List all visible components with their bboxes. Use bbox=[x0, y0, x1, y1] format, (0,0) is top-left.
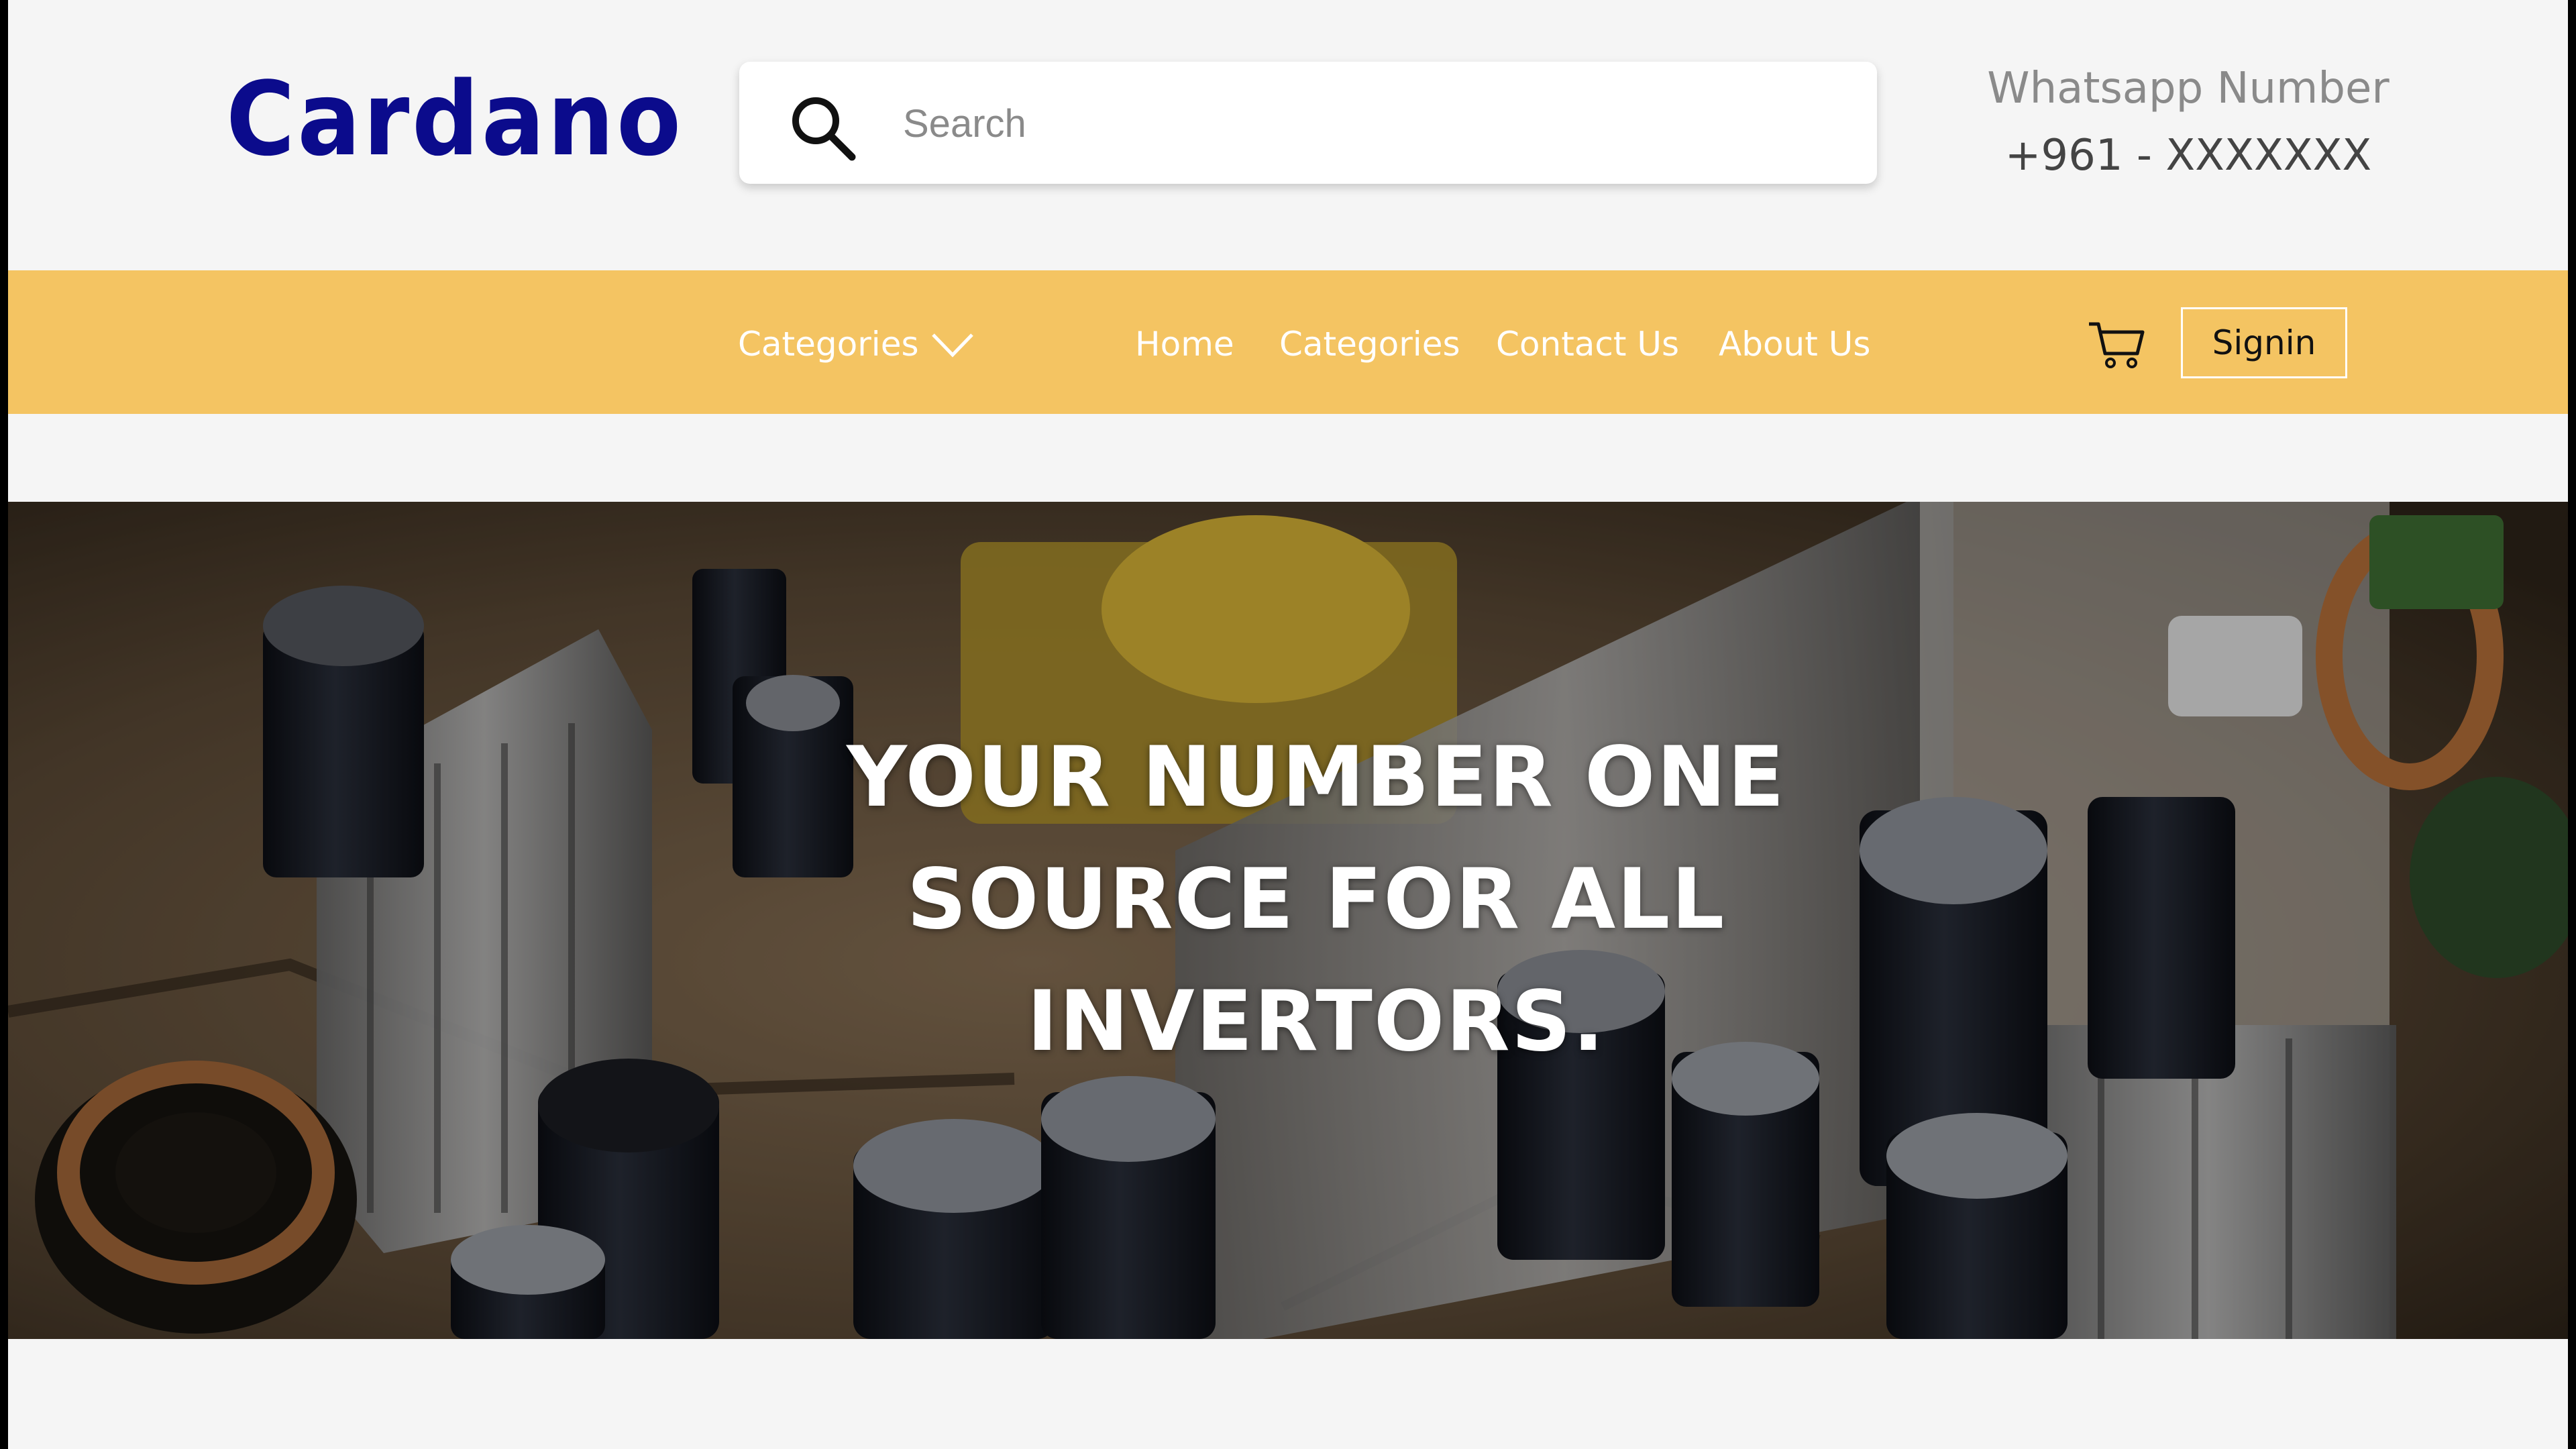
nav-link-contact-us[interactable]: Contact Us bbox=[1496, 317, 1679, 371]
brand-logo[interactable]: Cardano bbox=[226, 59, 684, 180]
page: Cardano Whatsapp Number +961 - XXXXXXX C… bbox=[8, 0, 2568, 1449]
nav-link-home[interactable]: Home bbox=[1135, 317, 1234, 371]
categories-dropdown[interactable]: Categories bbox=[738, 317, 919, 371]
search-bar[interactable] bbox=[739, 62, 1877, 184]
whatsapp-contact: Whatsapp Number +961 - XXXXXXX bbox=[1940, 56, 2436, 191]
nav-link-categories[interactable]: Categories bbox=[1279, 317, 1460, 371]
hero-banner: YOUR NUMBER ONE SOURCE FOR ALL INVERTORS… bbox=[8, 502, 2568, 1339]
search-icon[interactable] bbox=[786, 91, 860, 165]
hero-headline-line-1: YOUR NUMBER ONE bbox=[847, 729, 1786, 826]
whatsapp-label: Whatsapp Number bbox=[1987, 64, 2390, 113]
search-input[interactable] bbox=[902, 82, 1843, 165]
cart-icon[interactable] bbox=[2086, 315, 2147, 375]
nav-bar: Categories Home Categories Contact Us Ab… bbox=[8, 270, 2568, 414]
hero-headline-line-3: INVERTORS. bbox=[1026, 973, 1606, 1070]
signin-button[interactable]: Signin bbox=[2181, 307, 2347, 378]
nav-link-about-us[interactable]: About Us bbox=[1719, 317, 1870, 371]
chevron-down-icon[interactable] bbox=[930, 329, 975, 359]
hero-headline-line-2: SOURCE FOR ALL bbox=[906, 851, 1726, 948]
whatsapp-number[interactable]: +961 - XXXXXXX bbox=[1940, 121, 2436, 191]
hero-headline: YOUR NUMBER ONE SOURCE FOR ALL INVERTORS… bbox=[712, 716, 1920, 1083]
